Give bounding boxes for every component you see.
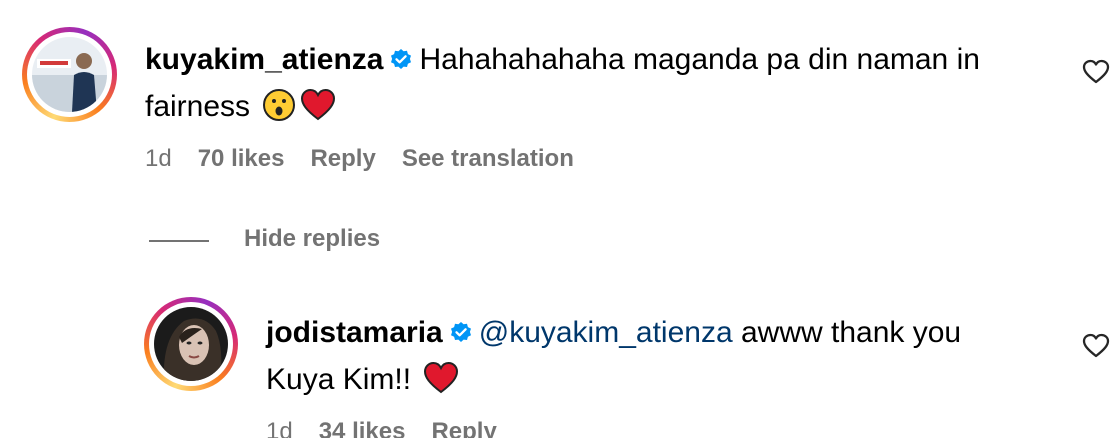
avatar[interactable] xyxy=(22,27,117,122)
reply-text: awww thank you xyxy=(740,316,962,349)
replies-divider xyxy=(149,240,209,242)
comment-username[interactable]: kuyakim_atienza xyxy=(145,43,383,76)
reply-time[interactable]: 1d xyxy=(266,418,293,438)
comment-meta: 1d 70 likes Reply See translation xyxy=(145,145,600,173)
reply-body: jodistamaria @kuyakim_atienza awww thank … xyxy=(266,309,1066,403)
verified-badge-icon xyxy=(450,322,471,342)
reply-likes[interactable]: 34 likes xyxy=(319,418,406,438)
reply-button[interactable]: Reply xyxy=(310,145,375,172)
surprised-face-emoji xyxy=(263,89,296,121)
red-heart-emoji xyxy=(424,361,459,394)
comment-body: kuyakim_atienza Hahahahahaha maganda pa d… xyxy=(145,36,1045,130)
like-heart-icon[interactable] xyxy=(1082,332,1110,360)
avatar[interactable] xyxy=(144,297,238,391)
profile-photo xyxy=(154,307,228,381)
reply-username[interactable]: jodistamaria xyxy=(266,316,443,349)
red-heart-emoji xyxy=(301,88,336,121)
profile-photo xyxy=(32,37,107,112)
comment-thread: kuyakim_atienza Hahahahahaha maganda pa d… xyxy=(0,0,1120,438)
reply-text-line2: Kuya Kim!! xyxy=(266,363,412,396)
mention-link[interactable]: @kuyakim_atienza xyxy=(479,316,733,349)
see-translation-button[interactable]: See translation xyxy=(402,145,574,172)
reply-button[interactable]: Reply xyxy=(431,418,496,438)
comment-text: Hahahahahaha maganda pa din naman in xyxy=(419,43,980,76)
hide-replies-button[interactable]: Hide replies xyxy=(244,225,380,253)
verified-badge-icon xyxy=(391,49,412,69)
comment-time[interactable]: 1d xyxy=(145,145,172,172)
reply-meta: 1d 34 likes Reply xyxy=(266,418,523,438)
comment-likes[interactable]: 70 likes xyxy=(198,145,285,172)
like-heart-icon[interactable] xyxy=(1082,58,1110,86)
comment-text-line2: fairness xyxy=(145,90,251,123)
